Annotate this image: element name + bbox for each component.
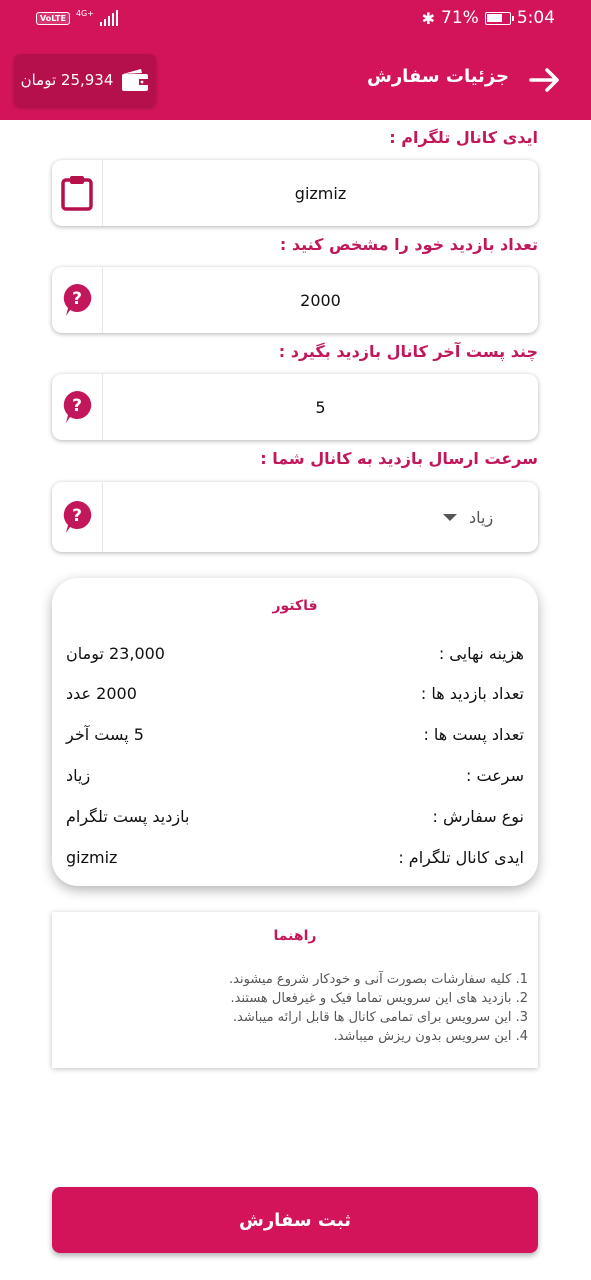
invoice-row-label: هزینه نهایی : <box>438 644 524 663</box>
page-title: جزئیات سفارش <box>366 66 509 87</box>
svg-text:?: ? <box>72 506 82 526</box>
speed-help-button[interactable]: ? <box>52 482 102 552</box>
invoice-row-value: gizmiz <box>66 848 118 867</box>
chevron-down-icon <box>443 513 457 521</box>
status-right: ✱ 71% 5:04 <box>422 8 555 28</box>
speed-label: سرعت ارسال بازدید به کانال شما : <box>260 449 538 468</box>
guide-card: راهنما 1. کلیه سفارشات بصورت آنی و خودکا… <box>52 912 538 1068</box>
guide-item: 4. این سرویس بدون ریزش میباشد. <box>333 1029 528 1044</box>
speed-select[interactable]: زیاد <box>102 482 538 552</box>
invoice-row: هزینه نهایی : 23,000 تومان <box>66 644 524 672</box>
invoice-row-value: 5 پست آخر <box>66 725 144 744</box>
speed-field: ? زیاد <box>52 482 538 552</box>
battery-percent: 71% <box>441 8 479 28</box>
invoice-row-value: بازدید پست تلگرام <box>66 807 190 826</box>
submit-order-button[interactable]: ثبت سفارش <box>52 1187 538 1253</box>
invoice-row-value: زیاد <box>66 766 91 785</box>
guide-item: 1. کلیه سفارشات بصورت آنی و خودکار شروع … <box>229 972 528 987</box>
channel-id-field: gizmiz <box>52 160 538 226</box>
volte-indicator: VoLTE <box>36 11 70 25</box>
battery-icon <box>484 11 514 25</box>
invoice-row-value: 2000 عدد <box>66 684 137 703</box>
status-bar: VoLTE 4G+ ✱ 71% 5:04 <box>0 0 591 40</box>
bluetooth-icon: ✱ <box>421 8 436 28</box>
post-count-input[interactable]: 5 <box>102 374 538 440</box>
clock: 5:04 <box>516 8 555 28</box>
invoice-row: نوع سفارش : بازدید پست تلگرام <box>66 807 524 835</box>
status-left: VoLTE 4G+ <box>36 10 118 26</box>
help-icon: ? <box>63 390 92 423</box>
view-count-input[interactable]: 2000 <box>102 267 538 333</box>
svg-text:?: ? <box>72 289 82 309</box>
invoice-title: فاکتور <box>272 598 318 614</box>
channel-id-input[interactable]: gizmiz <box>102 160 538 226</box>
invoice-row-label: تعداد بازدید ها : <box>420 684 524 703</box>
view-count-help-button[interactable]: ? <box>52 267 102 333</box>
invoice-row: سرعت : زیاد <box>66 766 524 794</box>
paste-button[interactable] <box>52 160 102 226</box>
arrow-right-icon[interactable] <box>529 67 561 93</box>
speed-selected-value: زیاد <box>469 507 494 527</box>
guide-item: 3. این سرویس برای تمامی کانال ها قابل ار… <box>232 1010 528 1025</box>
invoice-row-label: تعداد پست ها : <box>423 725 524 744</box>
invoice-row-label: ایدی کانال تلگرام : <box>398 848 524 867</box>
invoice-row: ایدی کانال تلگرام : gizmiz <box>66 848 524 876</box>
invoice-row: تعداد پست ها : 5 پست آخر <box>66 725 524 753</box>
help-icon: ? <box>63 283 92 316</box>
guide-title: راهنما <box>273 928 317 944</box>
guide-list: 1. کلیه سفارشات بصورت آنی و خودکار شروع … <box>88 970 528 1046</box>
post-count-label: چند پست آخر کانال بازدید بگیرد : <box>278 342 538 361</box>
invoice-row-label: سرعت : <box>466 766 524 785</box>
channel-id-label: ایدی کانال تلگرام : <box>389 128 538 147</box>
clipboard-icon <box>61 176 93 211</box>
network-type: 4G+ <box>75 9 94 18</box>
help-icon: ? <box>63 500 92 533</box>
post-count-field: ? 5 <box>52 374 538 440</box>
svg-text:?: ? <box>72 396 82 416</box>
guide-item: 2. بازدید های این سرویس تماما فیک و غیرف… <box>230 991 528 1006</box>
post-count-help-button[interactable]: ? <box>52 374 102 440</box>
signal-icon <box>99 10 118 26</box>
view-count-label: تعداد بازدید خود را مشخص کنید : <box>279 235 538 254</box>
wallet-balance-chip[interactable]: 25,934 تومان <box>14 54 156 106</box>
invoice-row-value: 23,000 تومان <box>66 644 165 663</box>
invoice-card: فاکتور هزینه نهایی : 23,000 تومان تعداد … <box>52 578 538 886</box>
app-bar: 25,934 تومان جزئیات سفارش <box>0 40 591 120</box>
view-count-field: ? 2000 <box>52 267 538 333</box>
battery-level-fill <box>486 13 502 22</box>
wallet-icon <box>122 69 149 91</box>
invoice-row: تعداد بازدید ها : 2000 عدد <box>66 684 524 712</box>
invoice-row-label: نوع سفارش : <box>432 807 524 826</box>
wallet-amount: 25,934 تومان <box>20 71 114 89</box>
